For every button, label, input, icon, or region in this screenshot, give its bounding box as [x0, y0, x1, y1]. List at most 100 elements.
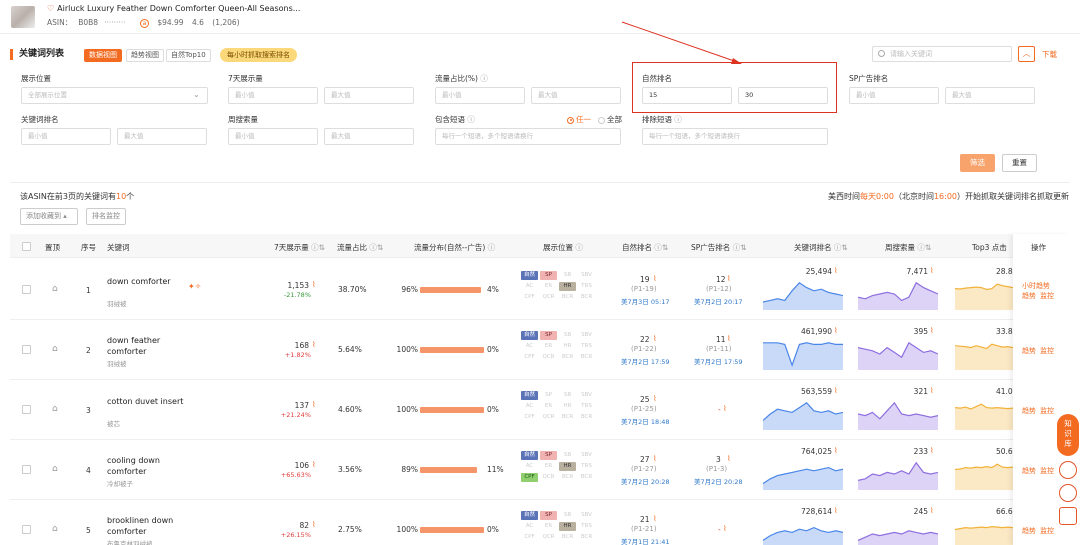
row-checkbox[interactable]	[22, 525, 31, 534]
chat-icon[interactable]	[1059, 484, 1077, 502]
kw-rank-sparkline[interactable]	[763, 518, 843, 545]
monitor-link[interactable]: 监控	[1040, 291, 1054, 301]
keyword-text[interactable]: cooling down comforter	[107, 455, 160, 477]
exclude-phrases-input[interactable]: 每行一个短语，多个短语请换行	[642, 128, 828, 145]
collapse-button[interactable]: ︿	[1018, 46, 1035, 62]
weekly-search-sparkline[interactable]	[858, 278, 938, 310]
tag-icon[interactable]: ⌂	[52, 404, 58, 414]
impressions-max[interactable]: 最大值	[324, 87, 414, 104]
monitor-link[interactable]: 监控	[1040, 466, 1054, 476]
add-to-favorites-button[interactable]: 添加收藏到 ▴	[20, 208, 78, 225]
reset-button[interactable]: 重置	[1002, 154, 1037, 172]
trend-icon[interactable]: ⌇	[312, 280, 316, 289]
tab-trend-view[interactable]: 趋势视图	[126, 49, 164, 62]
tab-data-view[interactable]: 数据视图	[84, 49, 122, 62]
tag-icon[interactable]: ⌂	[52, 464, 58, 474]
tag-icon[interactable]: ⌂	[52, 344, 58, 354]
kw-rank-sparkline[interactable]	[763, 338, 843, 370]
weekly-search-sparkline[interactable]	[858, 518, 938, 545]
row-checkbox[interactable]	[22, 285, 31, 294]
top3-sparkline[interactable]	[955, 458, 1013, 490]
trend-icon[interactable]: ⌇	[930, 266, 934, 275]
top3-sparkline[interactable]	[955, 278, 1013, 310]
select-all-checkbox[interactable]	[22, 242, 31, 251]
monitor-link[interactable]: 监控	[1040, 526, 1054, 536]
monitor-link[interactable]: 监控	[1040, 406, 1054, 416]
trend-link[interactable]: 趋势	[1022, 291, 1036, 301]
row-checkbox[interactable]	[22, 405, 31, 414]
th-impressions[interactable]: 7天展示量 ⓘ⇅	[274, 242, 325, 253]
th-sp-rank[interactable]: SP广告排名 ⓘ⇅	[691, 242, 746, 253]
trend-link[interactable]: 趋势	[1022, 346, 1036, 356]
kw-rank-sparkline[interactable]	[763, 458, 843, 490]
feedback-icon[interactable]	[1059, 507, 1077, 525]
trend-icon[interactable]: ⌇	[312, 340, 316, 349]
customer-service-icon[interactable]	[1059, 461, 1077, 479]
kw-rank-min[interactable]: 最小值	[21, 128, 111, 145]
trend-icon[interactable]: ⌇	[930, 446, 934, 455]
top3-sparkline[interactable]	[955, 518, 1013, 545]
sp-rank-min[interactable]: 最小值	[849, 87, 939, 104]
sp-rank-max[interactable]: 最大值	[945, 87, 1035, 104]
trend-icon[interactable]: ⌇	[834, 326, 838, 335]
tab-organic-top10[interactable]: 自然Top10	[166, 49, 211, 62]
rank-trend-icon[interactable]: ⌇	[727, 454, 731, 463]
trend-icon[interactable]: ⌇	[834, 446, 838, 455]
keyword-text[interactable]: brooklinen down comforter	[107, 515, 173, 537]
th-top3-click[interactable]: Top3 点击	[972, 242, 1007, 253]
trend-icon[interactable]: ⌇	[834, 506, 838, 515]
trend-icon[interactable]: ⌇	[930, 326, 934, 335]
row-checkbox[interactable]	[22, 345, 31, 354]
rank-trend-icon[interactable]: ⌇	[727, 274, 731, 283]
trend-icon[interactable]: ⌇	[930, 506, 934, 515]
th-organic-rank[interactable]: 自然排名 ⓘ⇅	[622, 242, 668, 253]
trend-link[interactable]: 趋势	[1022, 526, 1036, 536]
rank-trend-icon[interactable]: ⌇	[727, 334, 731, 343]
rank-trend-icon[interactable]: ⌇	[723, 404, 727, 413]
trend-icon[interactable]: ⌇	[834, 386, 838, 395]
th-weekly-search[interactable]: 周搜索量 ⓘ⇅	[885, 242, 931, 253]
trend-icon[interactable]: ⌇	[834, 266, 838, 275]
include-radio-all[interactable]: 全部	[598, 114, 622, 125]
keyword-text[interactable]: cotton duvet insert	[107, 396, 183, 407]
tag-icon[interactable]: ⌂	[52, 524, 58, 534]
hourly-trend-link[interactable]: 小时趋势	[1022, 281, 1050, 291]
display-pos-select[interactable]: 全部展示位置	[21, 87, 208, 104]
trend-icon[interactable]: ⌇	[312, 460, 316, 469]
rank-trend-icon[interactable]: ⌇	[653, 514, 657, 523]
weekly-search-min[interactable]: 最小值	[228, 128, 318, 145]
kw-rank-max[interactable]: 最大值	[117, 128, 207, 145]
product-thumbnail[interactable]	[11, 6, 35, 28]
include-phrases-input[interactable]: 每行一个短语，多个短语请换行	[435, 128, 621, 145]
weekly-search-sparkline[interactable]	[858, 398, 938, 430]
th-kw-rank[interactable]: 关键词排名 ⓘ⇅	[794, 242, 848, 253]
trend-icon[interactable]: ⌇	[312, 400, 316, 409]
knowledge-base-button[interactable]: 知识库	[1057, 414, 1079, 456]
hourly-badge[interactable]: 每小时抓取搜索排名	[220, 48, 297, 62]
kw-rank-sparkline[interactable]	[763, 278, 843, 310]
keyword-text[interactable]: down feather comforter	[107, 335, 160, 357]
weekly-search-sparkline[interactable]	[858, 458, 938, 490]
download-link[interactable]: 下载	[1042, 49, 1057, 60]
trend-icon[interactable]: ⌇	[930, 386, 934, 395]
keyword-text[interactable]: down comforter	[107, 276, 171, 287]
include-radio-any[interactable]: 任一	[567, 114, 591, 125]
top3-sparkline[interactable]	[955, 398, 1013, 430]
th-traffic-share[interactable]: 流量占比 ⓘ⇅	[337, 242, 383, 253]
keyword-search-input[interactable]: 请输入关键词	[872, 46, 1012, 62]
trend-link[interactable]: 趋势	[1022, 466, 1036, 476]
rank-monitor-button[interactable]: 排名监控	[86, 208, 126, 225]
rank-trend-icon[interactable]: ⌇	[723, 524, 727, 533]
heart-icon[interactable]: ♡	[47, 4, 54, 13]
monitor-link[interactable]: 监控	[1040, 346, 1054, 356]
rank-trend-icon[interactable]: ⌇	[653, 334, 657, 343]
trend-link[interactable]: 趋势	[1022, 406, 1036, 416]
filter-button[interactable]: 筛选	[960, 154, 995, 172]
rank-trend-icon[interactable]: ⌇	[653, 454, 657, 463]
weekly-search-sparkline[interactable]	[858, 338, 938, 370]
top3-sparkline[interactable]	[955, 338, 1013, 370]
traffic-share-max[interactable]: 最大值	[531, 87, 621, 104]
impressions-min[interactable]: 最小值	[228, 87, 318, 104]
traffic-share-min[interactable]: 最小值	[435, 87, 525, 104]
trend-icon[interactable]: ⌇	[312, 520, 316, 529]
